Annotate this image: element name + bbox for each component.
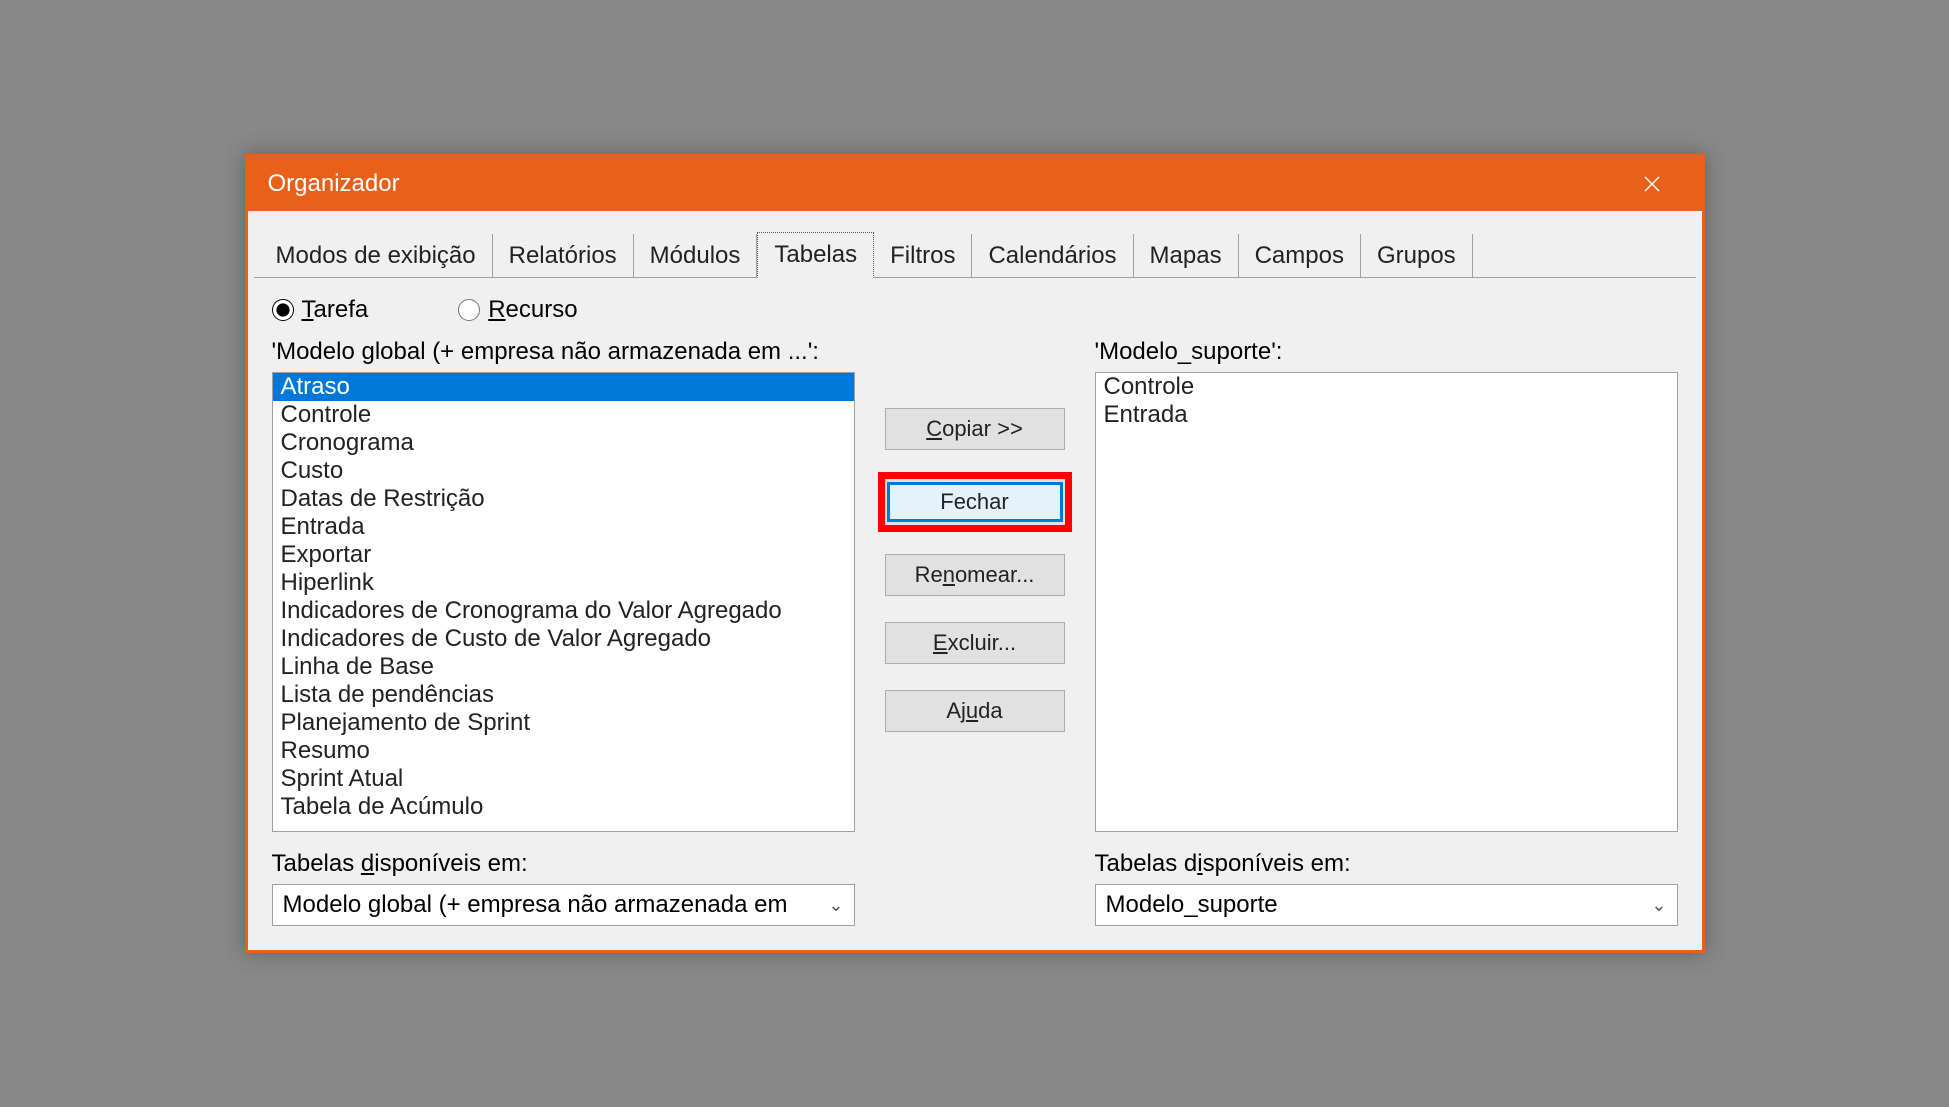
right-column: 'Modelo_suporte': ControleEntrada <box>1095 338 1678 832</box>
left-dropdown-group: Tabelas disponíveis em: Modelo global (+… <box>272 850 855 926</box>
organizador-dialog: Organizador Modos de exibiçãoRelatóriosM… <box>245 154 1705 953</box>
copiar-button[interactable]: Copiar >> <box>885 408 1065 450</box>
chevron-down-icon: ⌄ <box>1651 895 1666 916</box>
list-item[interactable]: Controle <box>273 401 854 429</box>
columns: 'Modelo global (+ empresa não armazenada… <box>272 338 1678 832</box>
list-item[interactable]: Exportar <box>273 541 854 569</box>
radio-tarefa-input[interactable] <box>272 299 294 321</box>
left-list-label: 'Modelo global (+ empresa não armazenada… <box>272 338 855 366</box>
radio-recurso[interactable]: Recurso <box>458 296 577 324</box>
right-dropdown-value: Modelo_suporte <box>1106 891 1278 919</box>
radio-row: Tarefa Recurso <box>272 296 1678 324</box>
right-dropdown-group: Tabelas disponíveis em: Modelo_suporte ⌄ <box>1095 850 1678 926</box>
list-item[interactable]: Custo <box>273 457 854 485</box>
list-item[interactable]: Controle <box>1096 373 1677 401</box>
left-dropdown-value: Modelo global (+ empresa não armazenada … <box>283 891 788 919</box>
left-dropdown-label: Tabelas disponíveis em: <box>272 850 855 878</box>
radio-recurso-input[interactable] <box>458 299 480 321</box>
radio-tarefa[interactable]: Tarefa <box>272 296 369 324</box>
list-item[interactable]: Sprint Atual <box>273 765 854 793</box>
list-item[interactable]: Resumo <box>273 737 854 765</box>
left-column: 'Modelo global (+ empresa não armazenada… <box>272 338 855 832</box>
tab-relat-rios[interactable]: Relatórios <box>493 234 634 278</box>
tab-filtros[interactable]: Filtros <box>874 234 972 278</box>
tab-grupos[interactable]: Grupos <box>1361 234 1473 278</box>
tab-campos[interactable]: Campos <box>1239 234 1361 278</box>
tab-mapas[interactable]: Mapas <box>1134 234 1239 278</box>
right-dropdown[interactable]: Modelo_suporte ⌄ <box>1095 884 1678 926</box>
list-item[interactable]: Lista de pendências <box>273 681 854 709</box>
right-listbox[interactable]: ControleEntrada <box>1095 372 1678 832</box>
tab-strip: Modos de exibiçãoRelatóriosMódulosTabela… <box>248 211 1702 277</box>
chevron-down-icon: ⌄ <box>828 895 843 916</box>
list-item[interactable]: Indicadores de Cronograma do Valor Agreg… <box>273 597 854 625</box>
right-list-label: 'Modelo_suporte': <box>1095 338 1678 366</box>
close-icon[interactable] <box>1622 157 1682 211</box>
excluir-button[interactable]: Excluir... <box>885 622 1065 664</box>
titlebar: Organizador <box>248 157 1702 211</box>
window-title: Organizador <box>268 170 1622 198</box>
right-dropdown-label: Tabelas disponíveis em: <box>1095 850 1678 878</box>
list-item[interactable]: Tabela de Acúmulo <box>273 793 854 821</box>
tab-calend-rios[interactable]: Calendários <box>972 234 1133 278</box>
list-item[interactable]: Linha de Base <box>273 653 854 681</box>
list-item[interactable]: Indicadores de Custo de Valor Agregado <box>273 625 854 653</box>
list-item[interactable]: Entrada <box>1096 401 1677 429</box>
left-listbox[interactable]: AtrasoControleCronogramaCustoDatas de Re… <box>272 372 855 832</box>
list-item[interactable]: Cronograma <box>273 429 854 457</box>
center-buttons: Copiar >> Fechar Renomear... Excluir... … <box>875 338 1075 732</box>
tab-panel-tabelas: Tarefa Recurso 'Modelo global (+ empresa… <box>254 277 1696 944</box>
list-item[interactable]: Entrada <box>273 513 854 541</box>
tab-tabelas[interactable]: Tabelas <box>757 232 874 278</box>
list-item[interactable]: Hiperlink <box>273 569 854 597</box>
ajuda-button[interactable]: Ajuda <box>885 690 1065 732</box>
bottom-row: Tabelas disponíveis em: Modelo global (+… <box>272 850 1678 926</box>
tab-m-dulos[interactable]: Módulos <box>634 234 758 278</box>
fechar-button-inner: Fechar <box>887 482 1063 522</box>
list-item[interactable]: Planejamento de Sprint <box>273 709 854 737</box>
list-item[interactable]: Datas de Restrição <box>273 485 854 513</box>
left-dropdown[interactable]: Modelo global (+ empresa não armazenada … <box>272 884 855 926</box>
list-item[interactable]: Atraso <box>273 373 854 401</box>
tab-modos-de-exibi-o[interactable]: Modos de exibição <box>260 234 493 278</box>
renomear-button[interactable]: Renomear... <box>885 554 1065 596</box>
fechar-button[interactable]: Fechar <box>878 472 1072 532</box>
